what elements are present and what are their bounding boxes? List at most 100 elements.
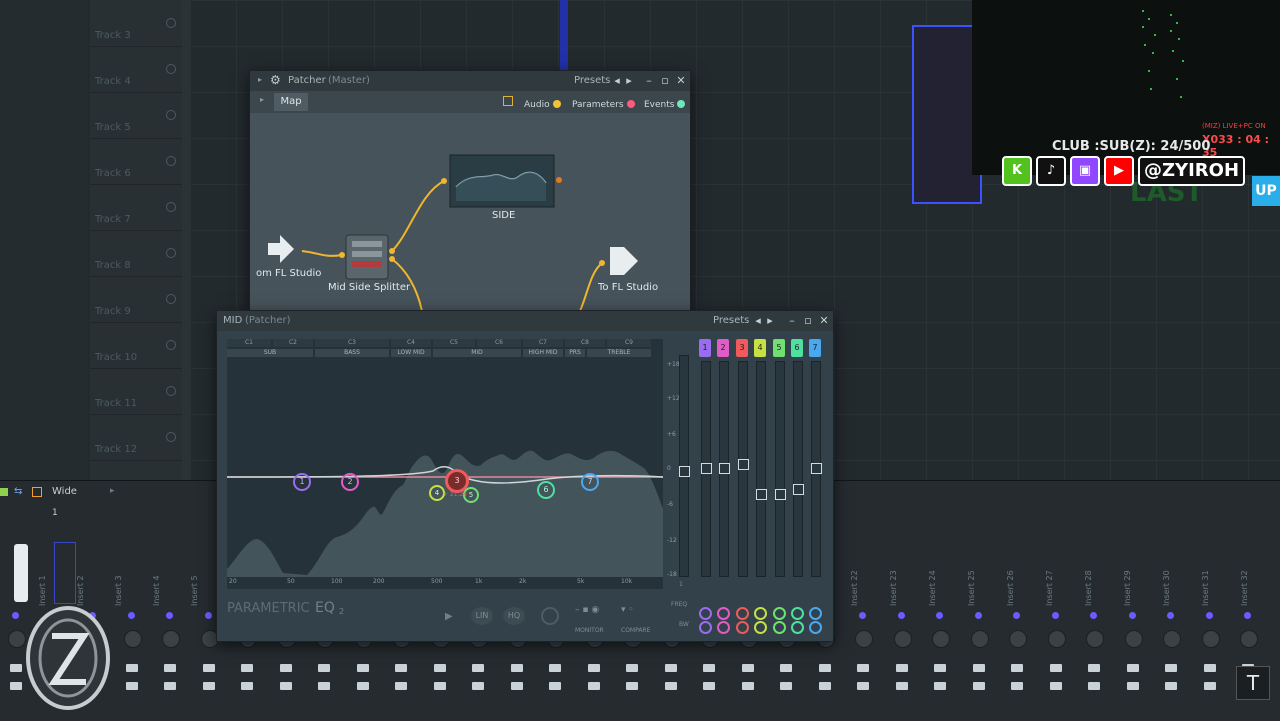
fader-handle[interactable] xyxy=(1050,664,1062,672)
fader-handle[interactable] xyxy=(1050,682,1062,690)
fader-handle[interactable] xyxy=(973,664,985,672)
fader-handle[interactable] xyxy=(588,682,600,690)
fader-handle[interactable] xyxy=(318,682,330,690)
gear-icon[interactable]: ⚙ xyxy=(270,73,281,87)
pan-knob[interactable] xyxy=(162,630,180,648)
band-slider[interactable] xyxy=(793,361,804,577)
insert-label[interactable]: Insert 25 xyxy=(967,570,976,606)
pan-knob[interactable] xyxy=(1125,630,1143,648)
band-slider[interactable] xyxy=(738,361,749,577)
fader-handle[interactable] xyxy=(742,664,754,672)
eq-titlebar[interactable]: MID (Patcher) Presets ◂ ▸ – ▫ ✕ xyxy=(217,311,833,331)
fader-handle[interactable] xyxy=(280,664,292,672)
minimize-icon[interactable]: – xyxy=(785,314,799,328)
fader-handle[interactable] xyxy=(434,664,446,672)
band-knob[interactable] xyxy=(754,621,767,634)
fader-handle[interactable] xyxy=(511,664,523,672)
insert-label[interactable]: Insert 5 xyxy=(190,575,199,606)
eq-band-node[interactable]: 1 xyxy=(293,473,311,491)
main-level-slider[interactable] xyxy=(679,355,690,577)
band-slider[interactable] xyxy=(811,361,822,577)
slider-handle[interactable] xyxy=(738,459,749,470)
band-slider[interactable] xyxy=(701,361,712,577)
compare-controls[interactable]: ▾ ◦ xyxy=(621,605,634,615)
fader-handle[interactable] xyxy=(1165,682,1177,690)
slider-handle[interactable] xyxy=(756,489,767,500)
pan-knob[interactable] xyxy=(971,630,989,648)
band-knob[interactable] xyxy=(773,621,786,634)
band-knob[interactable] xyxy=(773,607,786,620)
track-row[interactable]: Track 6 xyxy=(90,138,182,185)
legend-audio[interactable]: Audio xyxy=(524,100,561,110)
fader-handle[interactable] xyxy=(588,664,600,672)
legend-parameters[interactable]: Parameters xyxy=(572,100,635,110)
fader-handle[interactable] xyxy=(241,682,253,690)
fader-handle[interactable] xyxy=(1127,682,1139,690)
pan-knob[interactable] xyxy=(1163,630,1181,648)
fader-handle[interactable] xyxy=(857,682,869,690)
fader-handle[interactable] xyxy=(357,682,369,690)
slider-handle[interactable] xyxy=(793,484,804,495)
band-slider[interactable] xyxy=(756,361,767,577)
fader-handle[interactable] xyxy=(10,682,22,690)
band-knob[interactable] xyxy=(754,607,767,620)
insert-label[interactable]: Insert 3 xyxy=(114,575,123,606)
band-knob[interactable] xyxy=(809,607,822,620)
band-knob[interactable] xyxy=(717,607,730,620)
band-4-button[interactable]: 4 xyxy=(754,339,766,357)
fader-handle[interactable] xyxy=(780,664,792,672)
band-knob[interactable] xyxy=(791,607,804,620)
track-mute-dot[interactable] xyxy=(166,156,176,166)
track-row[interactable]: Track 4 xyxy=(90,46,182,93)
fader-handle[interactable] xyxy=(203,682,215,690)
band-5-button[interactable]: 5 xyxy=(773,339,785,357)
playlist-clip[interactable] xyxy=(560,0,568,70)
presets-label[interactable]: Presets xyxy=(713,315,749,326)
lin-button[interactable]: LIN xyxy=(471,607,493,625)
fader-handle[interactable] xyxy=(1127,664,1139,672)
insert-label[interactable]: Insert 31 xyxy=(1201,570,1210,606)
insert-label[interactable]: Insert 22 xyxy=(850,570,859,606)
next-preset-icon[interactable]: ▸ xyxy=(622,74,636,88)
close-icon[interactable]: ✕ xyxy=(817,314,831,328)
track-mute-dot[interactable] xyxy=(166,18,176,28)
band-6-button[interactable]: 6 xyxy=(791,339,803,357)
track-mute-dot[interactable] xyxy=(166,202,176,212)
fader-handle[interactable] xyxy=(857,664,869,672)
mixer-layout-icon[interactable] xyxy=(32,487,42,497)
slider-handle[interactable] xyxy=(811,463,822,474)
insert-label[interactable]: Insert 29 xyxy=(1123,570,1132,606)
next-preset-icon[interactable]: ▸ xyxy=(763,314,777,328)
patcher-titlebar[interactable]: ▸ ⚙ Patcher (Master) Presets ◂ ▸ – ▫ ✕ xyxy=(250,71,690,91)
fader-handle[interactable] xyxy=(703,664,715,672)
band-knob[interactable] xyxy=(791,621,804,634)
band-slider[interactable] xyxy=(719,361,730,577)
slider-handle[interactable] xyxy=(775,489,786,500)
fader-handle[interactable] xyxy=(896,682,908,690)
fader-handle[interactable] xyxy=(241,664,253,672)
insert-label[interactable]: Insert 4 xyxy=(152,575,161,606)
fader-handle[interactable] xyxy=(164,682,176,690)
pan-knob[interactable] xyxy=(1086,630,1104,648)
band-knob[interactable] xyxy=(699,607,712,620)
close-icon[interactable]: ✕ xyxy=(674,74,688,88)
fader-handle[interactable] xyxy=(703,682,715,690)
minimize-icon[interactable]: – xyxy=(642,74,656,88)
fader-handle[interactable] xyxy=(819,682,831,690)
band-knob[interactable] xyxy=(736,621,749,634)
fader-handle[interactable] xyxy=(1165,664,1177,672)
insert-label[interactable]: Insert 2 xyxy=(76,575,85,606)
fader-handle[interactable] xyxy=(1088,682,1100,690)
track-row[interactable]: Track 7 xyxy=(90,184,182,231)
pan-knob[interactable] xyxy=(124,630,142,648)
plugin-picker-icon[interactable] xyxy=(503,96,513,106)
playlist-scrollbar[interactable] xyxy=(182,0,190,480)
fader-handle[interactable] xyxy=(626,664,638,672)
slider-handle[interactable] xyxy=(701,463,712,474)
band-knob[interactable] xyxy=(736,607,749,620)
fader-handle[interactable] xyxy=(203,664,215,672)
fader-handle[interactable] xyxy=(1204,682,1216,690)
band-knob[interactable] xyxy=(699,621,712,634)
fader-handle[interactable] xyxy=(1011,682,1023,690)
pan-knob[interactable] xyxy=(855,630,873,648)
